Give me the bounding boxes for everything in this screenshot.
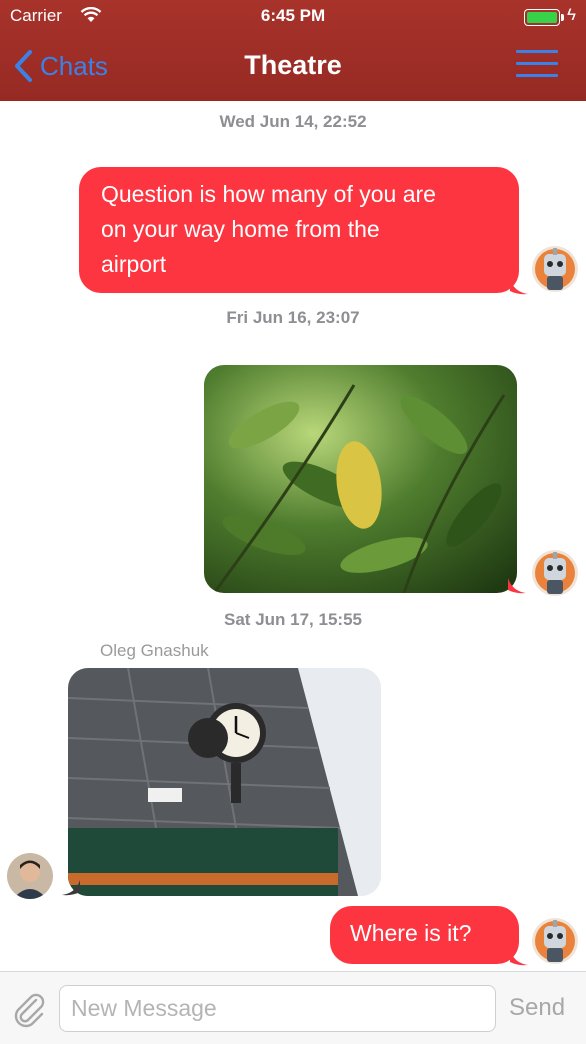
avatar-self[interactable] (532, 246, 578, 292)
menu-button[interactable] (516, 50, 558, 80)
message-text-line: airport (101, 251, 167, 277)
message-text: Where is it? (350, 920, 472, 946)
avatar-self[interactable] (532, 918, 578, 964)
avatar-self[interactable] (532, 550, 578, 596)
user-avatar-photo (7, 853, 53, 899)
bubble-tail (510, 279, 528, 295)
street-clock-photo (68, 668, 381, 896)
bubble-tail (508, 578, 526, 594)
chat-title: Theatre (244, 50, 342, 80)
charging-icon: ϟ (567, 5, 576, 24)
green-leaves-photo (204, 365, 517, 593)
message-composer: Send (0, 971, 586, 1044)
sender-name: Oleg Gnashuk (100, 641, 209, 660)
message-timestamp: Fri Jun 16, 23:07 (226, 308, 360, 327)
message-text-line: Question is how many of you are (101, 181, 436, 207)
message-input[interactable] (59, 985, 496, 1032)
battery-icon (524, 9, 560, 26)
message-image-incoming[interactable] (68, 668, 381, 896)
menu-icon (516, 50, 558, 53)
avatar-oleg-gnashuk[interactable] (7, 853, 53, 899)
message-bubble-outgoing[interactable]: Where is it? (330, 906, 519, 964)
status-time: 6:45 PM (260, 6, 326, 25)
robot-avatar-icon (532, 246, 578, 292)
message-text-line: on your way home from the (101, 216, 380, 242)
send-button[interactable]: Send (509, 994, 565, 1022)
message-timestamp: Wed Jun 14, 22:52 (219, 112, 367, 131)
robot-avatar-icon (532, 918, 578, 964)
message-bubble-outgoing[interactable]: Question is how many of you are on your … (79, 167, 519, 293)
status-bar: Carrier 6:45 PM ϟ (0, 0, 586, 34)
message-timestamp: Sat Jun 17, 15:55 (224, 610, 362, 629)
bubble-tail (62, 880, 80, 896)
navigation-bar: Carrier 6:45 PM ϟ Chats Theatre (0, 0, 586, 101)
bubble-tail (510, 950, 528, 966)
battery-tip (561, 14, 564, 21)
paperclip-icon[interactable] (10, 990, 48, 1028)
robot-avatar-icon (532, 550, 578, 596)
message-image-outgoing[interactable] (204, 365, 517, 593)
